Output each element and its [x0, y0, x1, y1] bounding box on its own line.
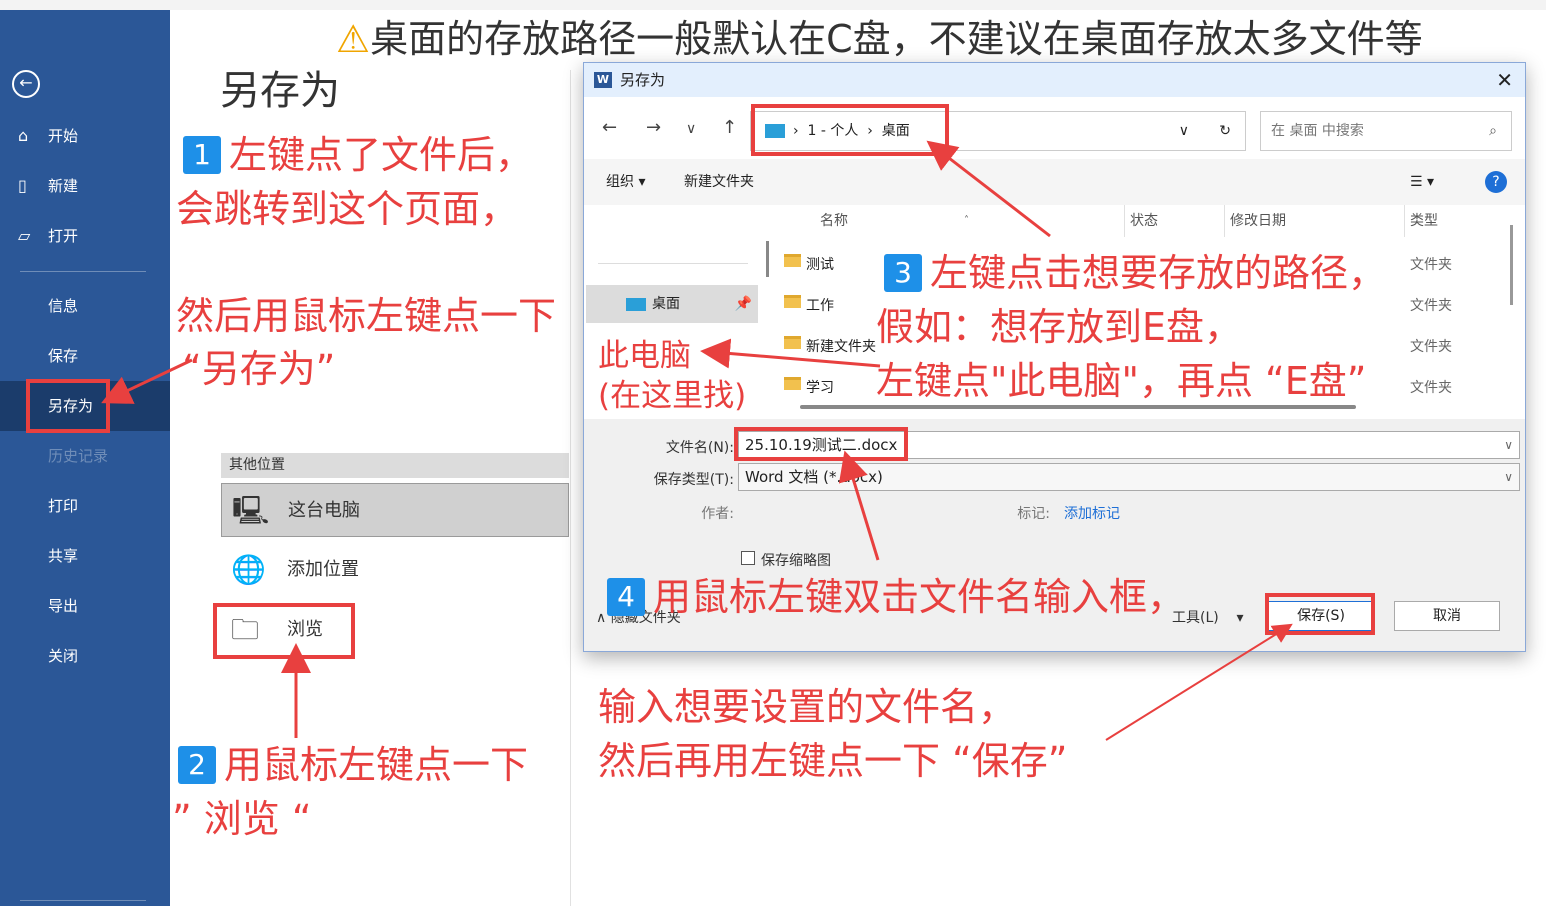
step3-line1: 3 左键点击想要存放的路径，	[884, 242, 1386, 297]
step1-text: 左键点了文件后，	[229, 133, 534, 177]
step3-line2: 假如：想存放到E盘，	[876, 305, 1243, 349]
step2-line2: ” 浏览 “	[172, 797, 312, 841]
step4-line1: 4 用鼠标左键双击文件名输入框，	[607, 566, 1185, 621]
step2-text: 用鼠标左键点一下	[224, 743, 529, 787]
step3-text: 左键点击想要存放的路径，	[930, 251, 1387, 295]
arrow-to-save-button	[1105, 623, 1293, 741]
step2-line1: 2 用鼠标左键点一下	[178, 734, 528, 789]
step1-line2: 会跳转到这个页面，	[176, 187, 519, 231]
step1-line4: “另存为”	[182, 347, 336, 391]
this-pc-hint-line2: (在这里找)	[598, 378, 747, 414]
arrow-to-save-as	[101, 358, 193, 404]
step4-text: 用鼠标左键双击文件名输入框，	[653, 575, 1186, 619]
step4-line3: 然后再用左键点一下 “保存”	[598, 739, 1068, 783]
step3-number: 3	[884, 254, 922, 292]
arrow-to-filename	[838, 450, 880, 561]
step1-line3: 然后用鼠标左键点一下	[176, 294, 557, 338]
step2-number: 2	[178, 746, 216, 784]
step1-line1: 1 左键点了文件后，	[183, 124, 533, 179]
step1-number: 1	[183, 136, 221, 174]
step4-line2: 输入想要设置的文件名，	[598, 685, 1017, 729]
step3-line3: 左键点"此电脑"，再点 “E盘”	[876, 359, 1367, 403]
arrow-to-this-pc	[700, 338, 881, 369]
this-pc-hint-line1: 此电脑	[598, 338, 691, 374]
arrow-to-address	[926, 140, 1051, 238]
step4-number: 4	[607, 578, 645, 616]
